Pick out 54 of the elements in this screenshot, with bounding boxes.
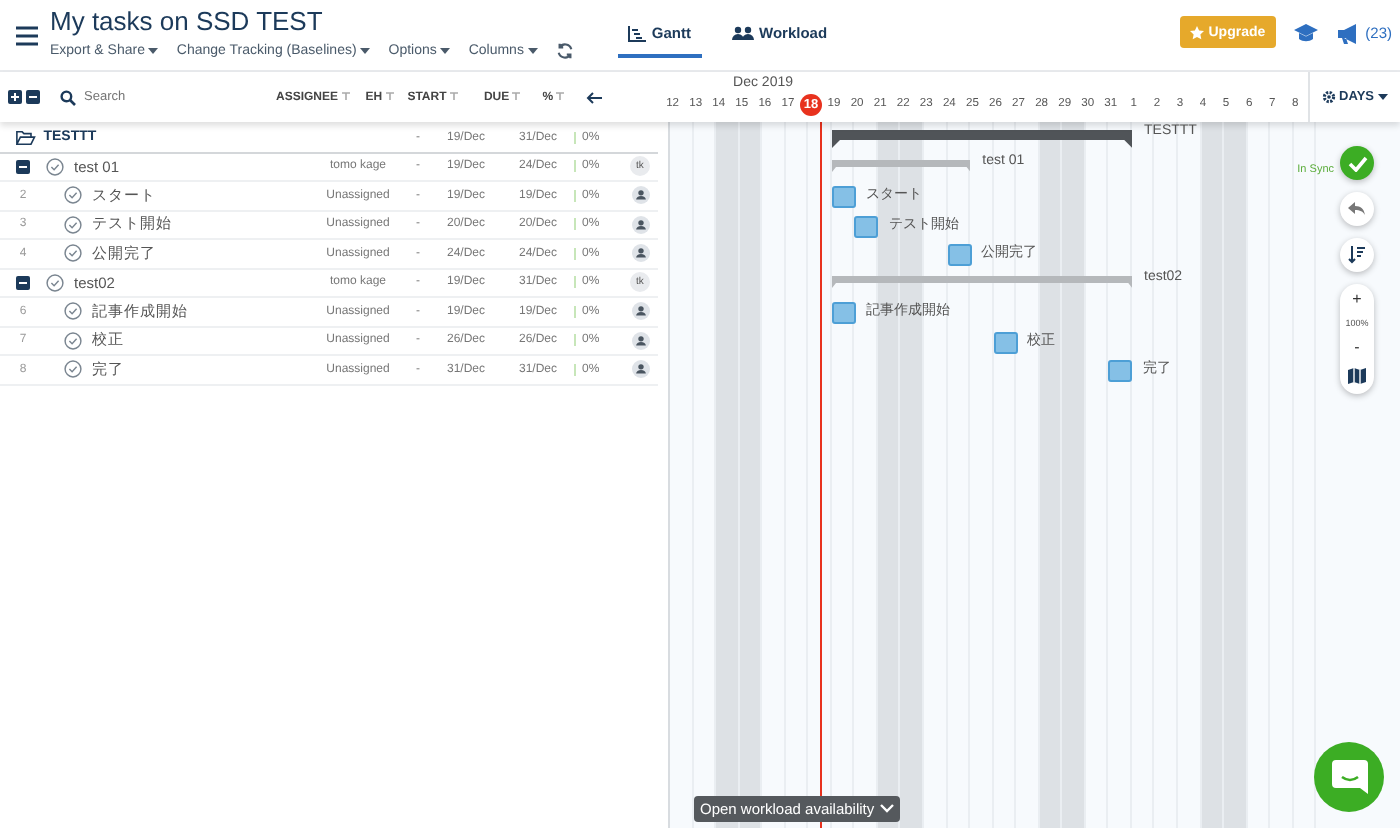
task-bar[interactable] [947,244,972,266]
collapse-icon[interactable] [16,275,30,290]
star-icon [1190,25,1205,39]
check-icon [1347,155,1367,171]
menu-icon[interactable] [16,26,38,46]
task-bar[interactable] [993,331,1018,353]
task-bar[interactable] [831,302,856,324]
filter-icon [556,91,565,99]
search-icon [60,89,76,105]
graduation-cap-icon[interactable] [1293,24,1318,42]
map-icon[interactable] [1348,368,1366,384]
check-circle-icon[interactable] [46,273,64,292]
folder-icon [16,129,36,146]
chevron-down-icon [880,804,895,814]
page-title: My tasks on SSD TEST [50,6,325,38]
undo-icon [1348,202,1366,216]
caret-icon [440,48,451,54]
collapse-icon[interactable] [16,159,30,174]
check-circle-icon[interactable] [64,302,82,321]
user-icon [631,360,649,379]
caret-icon [360,48,371,54]
user-icon [631,215,649,234]
caret-icon [148,48,159,54]
check-circle-icon[interactable] [46,157,64,176]
user-icon [631,186,649,205]
gear-icon [1321,90,1336,104]
check-circle-icon[interactable] [64,215,82,234]
check-circle-icon[interactable] [64,331,82,350]
task-bar[interactable] [854,215,879,237]
filter-icon [512,91,521,99]
megaphone-icon[interactable] [1337,24,1360,44]
refresh-icon[interactable] [555,42,574,60]
task-bar[interactable] [1108,360,1133,382]
user-icon [631,302,649,321]
chart-icon [627,25,646,41]
caret-icon [527,48,538,54]
expand-all-icon[interactable] [8,90,22,104]
sort-icon [1348,246,1366,264]
filter-icon [449,91,458,99]
people-icon [731,25,753,41]
arrow-left-icon[interactable] [586,91,603,103]
filter-icon [341,91,350,99]
caret-icon [1378,94,1388,100]
check-circle-icon[interactable] [64,360,82,379]
user-icon [631,244,649,263]
zoom-in-button[interactable]: + [1352,290,1362,308]
filter-icon [385,91,394,99]
collapse-all-icon[interactable] [26,90,40,104]
task-bar[interactable] [831,186,856,208]
user-icon [631,331,649,350]
chat-icon [1331,760,1367,794]
check-circle-icon[interactable] [64,186,82,205]
check-circle-icon[interactable] [64,244,82,263]
summary-bar[interactable] [831,130,1132,148]
